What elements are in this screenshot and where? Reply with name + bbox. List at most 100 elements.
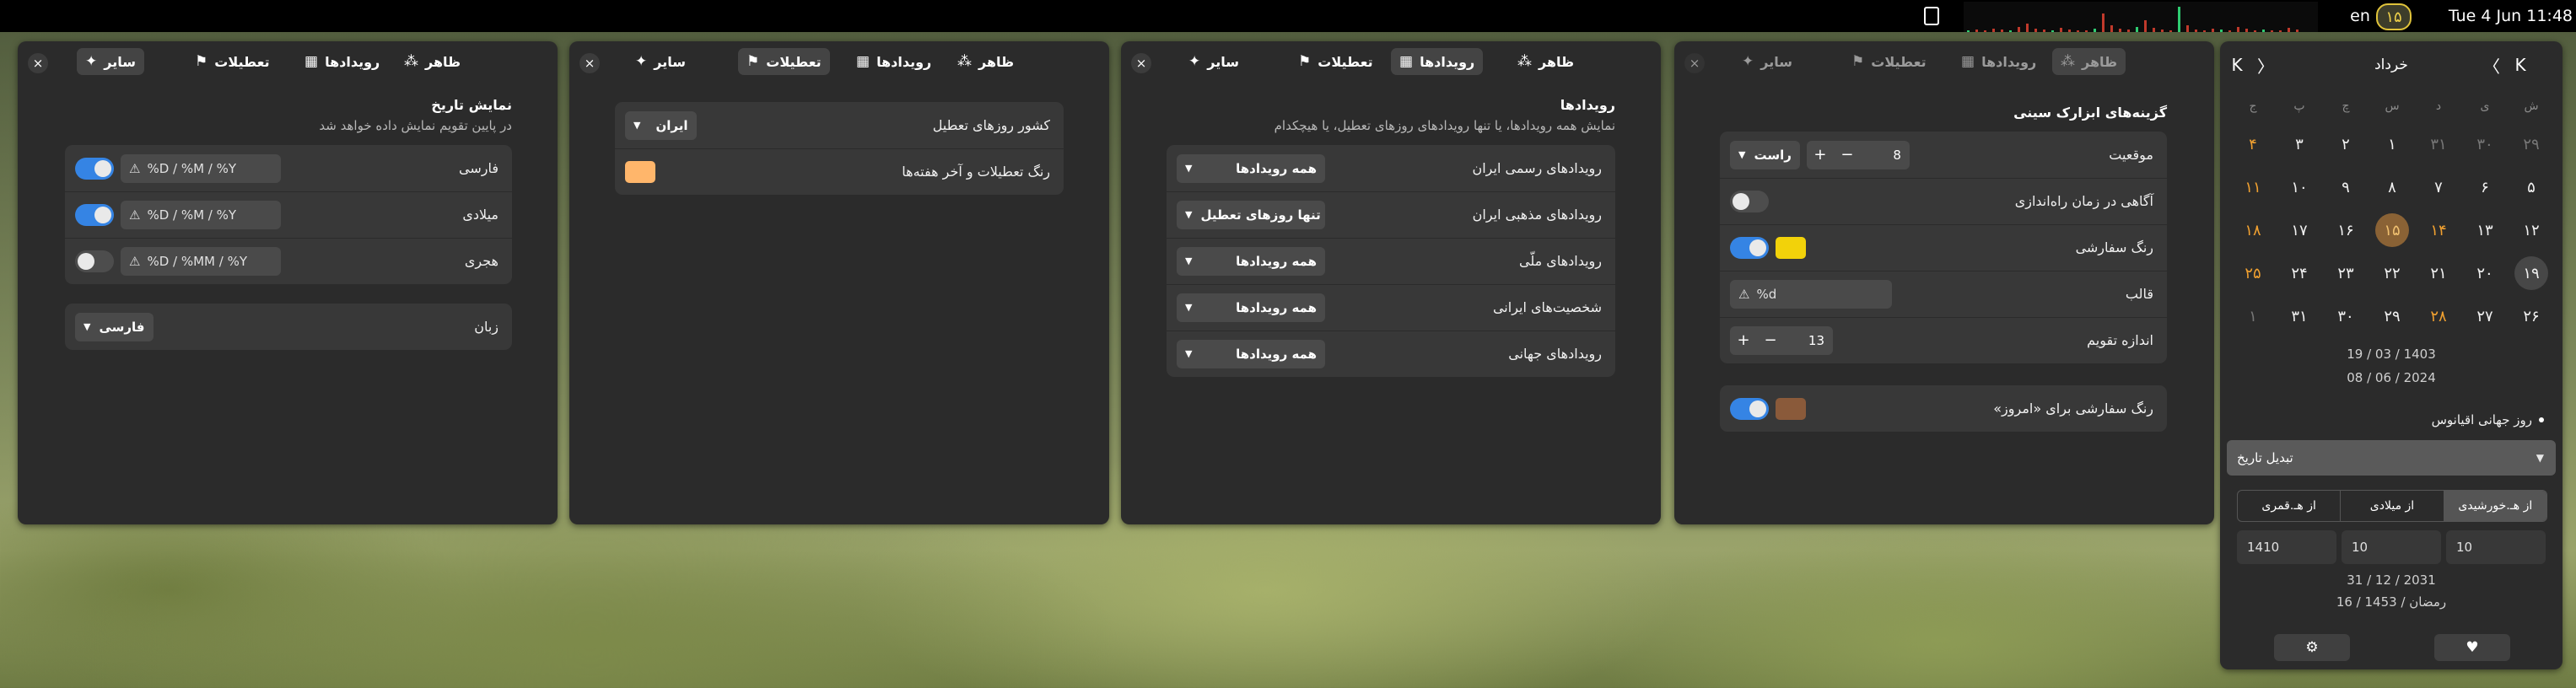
day-cell[interactable]: ۲۵ xyxy=(2232,255,2274,292)
admin-notice-toggle[interactable] xyxy=(1730,190,1769,212)
day-cell[interactable]: ۱۸ xyxy=(2232,212,2274,249)
tab-other[interactable]: ✦ سایر xyxy=(77,48,144,75)
close-button[interactable]: × xyxy=(1131,53,1151,73)
event-filter-dropdown[interactable]: ▼ تنها روزهای تعطیل xyxy=(1177,200,1325,229)
date-format-toggle[interactable] xyxy=(75,203,114,226)
day-cell[interactable]: ۱۱ xyxy=(2232,169,2274,206)
day-cell[interactable]: ۱۰ xyxy=(2278,169,2320,206)
position-spinner[interactable]: + − 8 xyxy=(1806,140,1910,169)
day-cell[interactable]: ۵ xyxy=(2510,169,2552,206)
day-cell[interactable]: ۱۳ xyxy=(2464,212,2506,249)
day-cell[interactable]: ۲۷ xyxy=(2464,298,2506,335)
date-format-input[interactable]: ⚠ %D / %M / %Y xyxy=(121,153,281,183)
keyboard-layout-indicator[interactable]: en xyxy=(2343,0,2377,32)
plus-icon[interactable]: + xyxy=(1730,331,1757,349)
day-cell[interactable]: ۶ xyxy=(2464,169,2506,206)
day-cell[interactable]: ۳۰ xyxy=(2464,126,2506,163)
tab-holidays[interactable]: ⚑ تعطیلات xyxy=(186,48,278,75)
tab-events[interactable]: ▦ رویدادها xyxy=(848,48,940,75)
language-dropdown[interactable]: ▼ فارسی xyxy=(75,312,154,341)
custom-color-toggle[interactable] xyxy=(1730,236,1769,259)
today-color-toggle[interactable] xyxy=(1730,397,1769,420)
day-cell[interactable]: ۱ xyxy=(2232,298,2274,335)
tab-other[interactable]: ✦ سایر xyxy=(1180,48,1248,75)
tab-appearance[interactable]: ⁂ ظاهر xyxy=(2052,48,2126,75)
day-cell[interactable]: ۲۳ xyxy=(2325,255,2367,292)
next-month-button[interactable]: 〉 xyxy=(2254,51,2277,78)
today-color-swatch[interactable] xyxy=(1776,397,1806,420)
day-cell[interactable]: ۲۶ xyxy=(2510,298,2552,335)
event-filter-dropdown[interactable]: ▼ همه رویدادها xyxy=(1177,293,1325,322)
format-input[interactable]: ⚠ %d xyxy=(1730,279,1892,309)
event-filter-dropdown[interactable]: ▼ همه رویدادها xyxy=(1177,246,1325,276)
day-cell[interactable]: ۲۰ xyxy=(2464,255,2506,292)
day-cell[interactable]: ۱۲ xyxy=(2510,212,2552,249)
day-cell[interactable]: ۳۰ xyxy=(2325,298,2367,335)
heart-icon[interactable]: ♥ xyxy=(2434,634,2510,661)
day-cell[interactable]: ۱۴ xyxy=(2417,212,2460,249)
day-cell[interactable]: ۲۱ xyxy=(2417,255,2460,292)
gear-icon[interactable]: ⚙ xyxy=(2274,634,2350,661)
day-cell[interactable]: ۹ xyxy=(2325,169,2367,206)
tab-appearance[interactable]: ⁂ ظاهر xyxy=(396,48,469,75)
close-button[interactable]: × xyxy=(1684,53,1705,73)
tab-holidays[interactable]: ⚑ تعطیلات xyxy=(1843,48,1935,75)
day-cell[interactable]: ۳۱ xyxy=(2417,126,2460,163)
tab-other[interactable]: ✦ سایر xyxy=(1733,48,1801,75)
minus-icon[interactable]: − xyxy=(1834,146,1861,164)
holiday-color-swatch[interactable] xyxy=(625,160,655,183)
last-month-button[interactable]: K xyxy=(2225,51,2249,78)
date-format-input[interactable]: ⚠ %D / %MM / %Y xyxy=(121,246,281,276)
tab-holidays[interactable]: ⚑ تعطیلات xyxy=(1290,48,1382,75)
converted-hijri-date[interactable]: 16 / رمضان / 1453 xyxy=(2220,594,2563,610)
position-side-dropdown[interactable]: ▼ راست xyxy=(1730,140,1800,169)
date-format-input[interactable]: ⚠ %D / %M / %Y xyxy=(121,200,281,229)
from-hijri-lunar-button[interactable]: از هـ.قمری xyxy=(2238,491,2342,521)
clock[interactable]: Tue 4 Jun 11:48 xyxy=(2438,0,2576,32)
tab-appearance[interactable]: ⁂ ظاهر xyxy=(949,48,1022,75)
converted-gregorian-date[interactable]: 31 / 12 / 2031 xyxy=(2220,572,2563,588)
date-format-toggle[interactable] xyxy=(75,250,114,272)
day-cell[interactable]: ۱۹ xyxy=(2510,255,2552,292)
clipboard-icon[interactable] xyxy=(1921,0,1942,32)
day-cell[interactable]: ۲۹ xyxy=(2371,298,2413,335)
calendar-size-spinner[interactable]: + − 13 xyxy=(1730,325,1833,355)
holiday-country-dropdown[interactable]: ▼ ایران xyxy=(625,110,697,140)
date-converter-expander[interactable]: تبدیل تاریخ ▼ xyxy=(2227,440,2556,476)
tab-other[interactable]: ✦ سایر xyxy=(627,48,694,75)
year-input[interactable]: 1410 xyxy=(2237,530,2336,564)
persian-date[interactable]: 19 / 03 / 1403 xyxy=(2220,347,2563,362)
from-gregorian-button[interactable]: از میلادی xyxy=(2341,491,2444,521)
event-filter-dropdown[interactable]: ▼ همه رویدادها xyxy=(1177,153,1325,183)
day-cell[interactable]: ۱۶ xyxy=(2325,212,2367,249)
day-cell[interactable]: ۲۲ xyxy=(2371,255,2413,292)
custom-color-swatch[interactable] xyxy=(1776,236,1806,259)
close-button[interactable]: × xyxy=(579,53,600,73)
day-cell[interactable]: ۱ xyxy=(2371,126,2413,163)
day-input[interactable]: 10 xyxy=(2446,530,2546,564)
tab-events[interactable]: ▦ رویدادها xyxy=(1391,48,1484,75)
from-persian-solar-button[interactable]: از هـ.خورشیدی xyxy=(2444,491,2546,521)
tab-holidays[interactable]: ⚑ تعطیلات xyxy=(738,48,830,75)
first-month-button[interactable]: K xyxy=(2509,51,2532,78)
day-cell[interactable]: ۲ xyxy=(2325,126,2367,163)
day-cell[interactable]: ۳۱ xyxy=(2278,298,2320,335)
day-cell[interactable]: ۲۴ xyxy=(2278,255,2320,292)
tab-events[interactable]: ▦ رویدادها xyxy=(296,48,388,75)
prev-month-button[interactable]: 〈 xyxy=(2480,51,2503,78)
day-cell[interactable]: ۲۸ xyxy=(2417,298,2460,335)
day-cell[interactable]: ۱۷ xyxy=(2278,212,2320,249)
system-monitor-graph[interactable] xyxy=(1964,2,2318,32)
day-cell[interactable]: ۲۹ xyxy=(2510,126,2552,163)
day-cell[interactable]: ۷ xyxy=(2417,169,2460,206)
calendar-day-badge[interactable]: ۱۵ xyxy=(2376,3,2412,30)
day-cell[interactable]: ۴ xyxy=(2232,126,2274,163)
day-cell[interactable]: ۳ xyxy=(2278,126,2320,163)
tab-appearance[interactable]: ⁂ ظاهر xyxy=(1509,48,1582,75)
plus-icon[interactable]: + xyxy=(1807,146,1834,164)
tab-events[interactable]: ▦ رویدادها xyxy=(1953,48,2045,75)
month-input[interactable]: 10 xyxy=(2342,530,2441,564)
close-button[interactable]: × xyxy=(28,53,48,73)
day-cell[interactable]: ۸ xyxy=(2371,169,2413,206)
day-cell[interactable]: ۱۵ xyxy=(2371,212,2413,249)
